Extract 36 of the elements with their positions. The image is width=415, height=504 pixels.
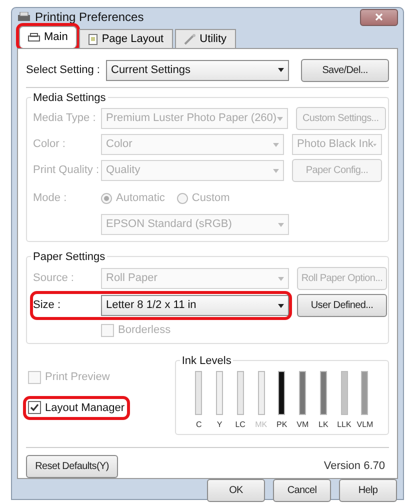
field-label: Media Type : (33, 111, 97, 126)
field-label: Mode : (33, 191, 68, 206)
ink-label: VLM (356, 419, 374, 431)
group-title: Media Settings (31, 90, 108, 106)
dropdown[interactable]: Letter 8 1/2 x 11 in (101, 295, 289, 316)
group-title: Paper Settings (31, 249, 108, 266)
dialog-button[interactable]: Cancel (273, 479, 331, 502)
ink-label: Y (216, 419, 222, 431)
dialog-button[interactable]: OK (207, 479, 265, 502)
ink-label: PK (276, 419, 288, 431)
checkbox-label: Print Preview (45, 370, 110, 385)
ink-label: C (196, 419, 202, 431)
version-text: Version 6.70 (324, 459, 385, 474)
ink-label: MK (255, 419, 268, 431)
field-label: Size : (33, 298, 62, 314)
dialog-button[interactable]: Save/Del... (301, 58, 389, 82)
radio-label: Custom (192, 191, 230, 206)
ink-label: LC (235, 419, 246, 431)
ink-label: LLK (337, 419, 352, 431)
dropdown[interactable]: Current Settings (106, 60, 289, 80)
radio-label: Automatic (116, 191, 165, 206)
checkbox-label: Borderless (118, 322, 171, 338)
dialog-button[interactable]: Reset Defaults(Y) (26, 455, 118, 478)
tab[interactable]: Page Layout (78, 29, 173, 48)
field-label: Source : (33, 271, 75, 286)
tab[interactable]: Utility (174, 29, 236, 48)
dialog-button[interactable]: Help (339, 479, 397, 502)
ink-label: VM (296, 419, 309, 431)
ink-label: LK (318, 419, 328, 431)
dialog-button[interactable]: User Defined... (297, 294, 387, 317)
field-label: Select Setting : (26, 62, 101, 78)
checkbox-label: Layout Manager (45, 400, 124, 416)
field-label: Print Quality : (33, 163, 100, 178)
field-label: Color : (33, 137, 66, 152)
window-title: Printing Preferences (35, 9, 144, 26)
tab[interactable]: Main (19, 26, 77, 48)
